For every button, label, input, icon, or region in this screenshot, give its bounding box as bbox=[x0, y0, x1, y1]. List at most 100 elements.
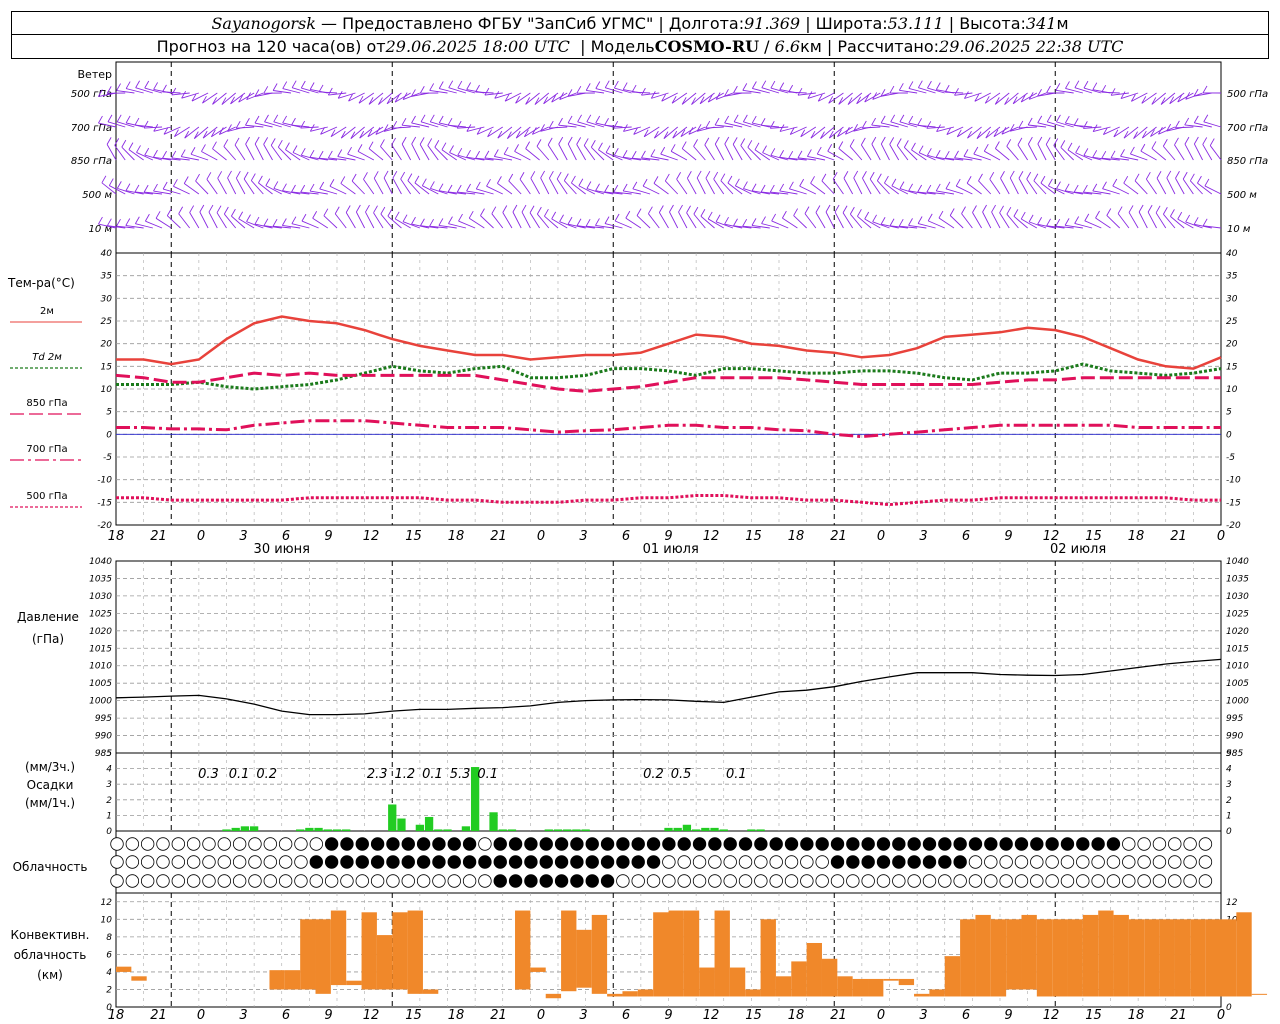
conv-cloud-bar bbox=[1067, 919, 1083, 997]
conv-cloud-bar bbox=[576, 929, 592, 988]
cloud-cover-symbol bbox=[355, 855, 369, 869]
date-label: 02 июля bbox=[1050, 542, 1106, 557]
temp-legend-label: 500 гПа bbox=[26, 491, 67, 502]
conv-cloud-bar bbox=[775, 976, 792, 997]
wind-barb-feather bbox=[1128, 205, 1134, 213]
conv-cloud-bar bbox=[1006, 919, 1022, 990]
conv-tick-right: 0 bbox=[1226, 1003, 1232, 1013]
wind-barb bbox=[1106, 215, 1121, 229]
conv-cloud-bar bbox=[729, 967, 746, 997]
wind-barb-feather bbox=[183, 176, 189, 184]
cloud-cover-symbol bbox=[784, 855, 799, 869]
wind-barb-feather bbox=[898, 218, 904, 227]
cloud-cover-symbol bbox=[416, 874, 431, 888]
wind-barb-feather bbox=[1155, 205, 1161, 214]
pressure-label: Давление bbox=[17, 610, 79, 624]
wind-barb bbox=[530, 178, 540, 195]
wind-barb-feather bbox=[890, 114, 896, 123]
wind-barb bbox=[547, 144, 559, 161]
wind-barb-feather bbox=[312, 211, 318, 219]
wind-barb-feather bbox=[1026, 171, 1032, 180]
wind-barb-feather bbox=[281, 218, 287, 226]
precip-bar bbox=[434, 829, 443, 831]
x-tick-label: 0 bbox=[1217, 1008, 1225, 1023]
wind-barb-feather bbox=[843, 171, 849, 179]
wind-barb-feather bbox=[263, 137, 269, 145]
wind-barb-feather bbox=[368, 141, 374, 149]
wind-barb bbox=[355, 211, 366, 229]
precip-bar bbox=[305, 827, 314, 831]
precip-bar bbox=[443, 829, 452, 831]
wind-barb-feather bbox=[1083, 184, 1088, 193]
conv-cloud-bar bbox=[361, 912, 377, 990]
wind-barb-feather bbox=[567, 216, 573, 225]
wind-barb bbox=[558, 143, 568, 161]
wind-barb-feather bbox=[411, 136, 417, 145]
cloud-cover-symbol bbox=[1045, 855, 1059, 869]
pressure-tick-left: 995 bbox=[95, 714, 112, 724]
wind-barb-feather bbox=[1013, 209, 1019, 217]
precip-bar bbox=[701, 827, 710, 831]
precip-3h-label: 0.2 bbox=[643, 767, 664, 782]
temp-legend-label: Td 2м bbox=[32, 352, 62, 363]
wind-barb-feather bbox=[889, 218, 895, 227]
conv-tick-left: 6 bbox=[106, 950, 112, 960]
temp-tick-left: -15 bbox=[97, 498, 112, 508]
wind-barb bbox=[162, 91, 181, 94]
wind-barb-feather bbox=[1046, 218, 1051, 227]
wind-barb-feather bbox=[838, 97, 844, 105]
wind-barb-feather bbox=[864, 211, 870, 220]
cloud-cover-symbol bbox=[340, 874, 354, 888]
wind-barb bbox=[1147, 211, 1157, 229]
wind-barb-feather bbox=[567, 115, 573, 124]
cloud-cover-symbol bbox=[524, 855, 538, 869]
wind-barb-feather bbox=[762, 145, 767, 153]
cloud-cover-symbol bbox=[800, 874, 814, 888]
cloud-cover-symbol bbox=[125, 874, 140, 888]
precip-bar bbox=[249, 826, 259, 831]
cloud-cover-symbol bbox=[830, 874, 845, 888]
wind-barb-feather bbox=[254, 136, 260, 145]
wind-barb bbox=[224, 213, 237, 229]
wind-barb-feather bbox=[1151, 97, 1157, 105]
wind-barb-feather bbox=[693, 139, 698, 147]
cloud-cover-symbol bbox=[922, 837, 937, 851]
wind-barb-feather bbox=[713, 171, 719, 180]
cloud-cover-symbol bbox=[1152, 837, 1167, 851]
conv-cloud-bar bbox=[346, 980, 362, 986]
cloud-cover-symbol bbox=[416, 855, 431, 869]
wind-barb-feather bbox=[234, 137, 240, 146]
wind-barb bbox=[1156, 178, 1167, 195]
precip-tick-right: 3 bbox=[1226, 780, 1232, 790]
wind-barb-feather bbox=[101, 175, 107, 184]
wind-barb-feather bbox=[586, 181, 592, 189]
wind-barb bbox=[862, 178, 872, 195]
wind-barb-feather bbox=[1027, 117, 1033, 126]
wind-barb-feather bbox=[676, 172, 682, 180]
wind-barb bbox=[383, 177, 393, 195]
wind-barb-feather bbox=[908, 183, 914, 192]
cloud-cover-symbol bbox=[938, 837, 952, 851]
wind-barb-feather bbox=[116, 218, 121, 227]
wind-barb-feather bbox=[658, 205, 664, 213]
wind-barb-feather bbox=[614, 213, 620, 222]
wind-barb-feather bbox=[1193, 217, 1199, 225]
wind-barb-feather bbox=[292, 145, 298, 153]
cloud-cover-symbol bbox=[156, 855, 170, 869]
wind-barb-feather bbox=[1064, 183, 1070, 192]
cloud-cover-symbol bbox=[156, 874, 170, 888]
wind-barb-feather bbox=[438, 183, 444, 191]
wind-barb-feather bbox=[162, 181, 168, 190]
wind-barb-feather bbox=[536, 139, 542, 147]
cloud-cover-symbol bbox=[1014, 874, 1029, 888]
cloud-cover-symbol bbox=[1183, 874, 1197, 888]
wind-barb-feather bbox=[411, 115, 416, 124]
precip-3h-label: 1.2 bbox=[395, 767, 416, 782]
cloud-cover-symbol bbox=[1014, 837, 1029, 851]
wind-barb bbox=[828, 126, 844, 139]
wind-barb-feather bbox=[456, 184, 462, 193]
x-tick-label: 18 bbox=[788, 529, 805, 544]
wind-barb bbox=[871, 143, 881, 161]
conv-cloud-bar bbox=[376, 935, 393, 990]
cloud-cover-symbol bbox=[232, 855, 247, 869]
